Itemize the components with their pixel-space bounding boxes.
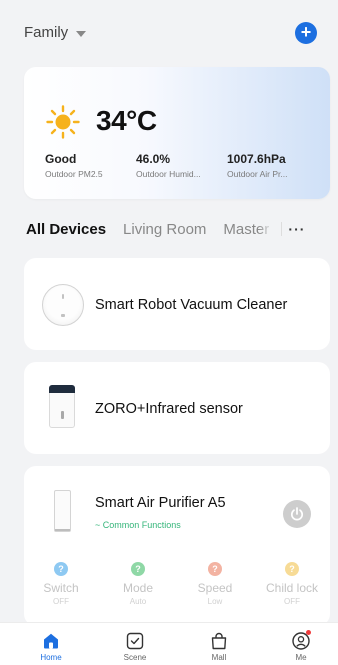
sensor-body bbox=[49, 393, 75, 428]
speed-control[interactable]: ? Speed Low bbox=[180, 562, 250, 606]
air-pressure-label: Outdoor Air Pr... bbox=[227, 169, 288, 179]
control-name: Child lock bbox=[265, 581, 319, 595]
nav-label: Scene bbox=[123, 653, 147, 662]
speed-icon: ? bbox=[208, 562, 222, 576]
control-state: OFF bbox=[284, 597, 300, 606]
room-tabs: All Devices Living Room Master Bedroom ·… bbox=[26, 218, 332, 240]
shopping-bag-icon bbox=[211, 632, 227, 650]
power-button[interactable] bbox=[283, 500, 311, 528]
control-name: Switch bbox=[43, 581, 79, 595]
home-selector[interactable]: Family bbox=[24, 24, 87, 41]
air-pressure-value: 1007.6hPa bbox=[227, 152, 286, 166]
home-icon bbox=[44, 633, 58, 649]
mode-control[interactable]: ? Mode Auto bbox=[103, 562, 173, 606]
humidity-value: 46.0% bbox=[136, 152, 171, 166]
scene-icon bbox=[126, 632, 144, 650]
nav-scene[interactable]: Scene bbox=[110, 631, 160, 662]
switch-icon: ? bbox=[54, 562, 68, 576]
control-state: Low bbox=[207, 597, 223, 606]
device-card-robot-vacuum[interactable]: Smart Robot Vacuum Cleaner bbox=[24, 258, 330, 350]
child-lock-control[interactable]: ? Child lock OFF bbox=[257, 562, 327, 606]
sensor-cap bbox=[49, 385, 75, 393]
sun-icon bbox=[46, 105, 80, 139]
add-device-button[interactable]: + bbox=[295, 22, 317, 44]
weather-card[interactable]: 34°C Good Outdoor PM2.5 46.0% Outdoor Hu… bbox=[24, 67, 330, 199]
chevron-down-icon bbox=[76, 30, 87, 37]
pm25-metric: Good Outdoor PM2.5 bbox=[45, 152, 125, 179]
pm25-value: Good bbox=[45, 152, 77, 166]
bottom-nav: Home Scene Mall Me bbox=[0, 622, 338, 665]
tab-all-devices[interactable]: All Devices bbox=[26, 221, 106, 238]
air-purifier-icon bbox=[54, 490, 71, 532]
humidity-label: Outdoor Humid... bbox=[136, 169, 201, 179]
nav-label: Me bbox=[295, 653, 307, 662]
tab-living-room[interactable]: Living Room bbox=[123, 221, 206, 238]
infrared-sensor-icon bbox=[49, 385, 75, 428]
control-state: OFF bbox=[53, 597, 69, 606]
nav-label: Mall bbox=[211, 653, 227, 662]
air-pressure-metric: 1007.6hPa Outdoor Air Pr... bbox=[227, 152, 311, 179]
humidity-metric: 46.0% Outdoor Humid... bbox=[136, 152, 218, 179]
tab-master-bedroom[interactable]: Master Bedroom bbox=[223, 221, 273, 238]
mode-icon: ? bbox=[131, 562, 145, 576]
control-state: Auto bbox=[129, 597, 147, 606]
notification-badge bbox=[306, 630, 311, 635]
device-name: Smart Air Purifier A5 bbox=[95, 495, 226, 511]
nav-me[interactable]: Me bbox=[276, 630, 326, 662]
home-name-label: Family bbox=[24, 24, 69, 41]
switch-control[interactable]: ? Switch OFF bbox=[26, 562, 96, 606]
device-card-infrared-sensor[interactable]: ZORO+Infrared sensor bbox=[24, 362, 330, 454]
control-name: Mode bbox=[122, 581, 154, 595]
device-card-air-purifier[interactable]: Smart Air Purifier A5 ~ Common Functions… bbox=[24, 466, 330, 626]
top-bar: Family + bbox=[0, 0, 338, 66]
common-functions-link[interactable]: ~ Common Functions bbox=[95, 520, 181, 530]
control-name: Speed bbox=[197, 581, 233, 595]
plus-icon: + bbox=[300, 22, 312, 42]
robot-vacuum-icon bbox=[42, 284, 84, 326]
nav-mall[interactable]: Mall bbox=[194, 631, 244, 662]
nav-home[interactable]: Home bbox=[26, 631, 76, 662]
child-lock-icon: ? bbox=[285, 562, 299, 576]
nav-label: Home bbox=[40, 653, 62, 662]
temperature: 34°C bbox=[96, 105, 157, 136]
device-name: ZORO+Infrared sensor bbox=[95, 401, 243, 417]
device-name: Smart Robot Vacuum Cleaner bbox=[95, 297, 288, 313]
tab-divider bbox=[281, 222, 283, 236]
more-icon[interactable]: ··· bbox=[288, 221, 305, 237]
pm25-label: Outdoor PM2.5 bbox=[45, 169, 103, 179]
power-icon bbox=[290, 507, 304, 521]
